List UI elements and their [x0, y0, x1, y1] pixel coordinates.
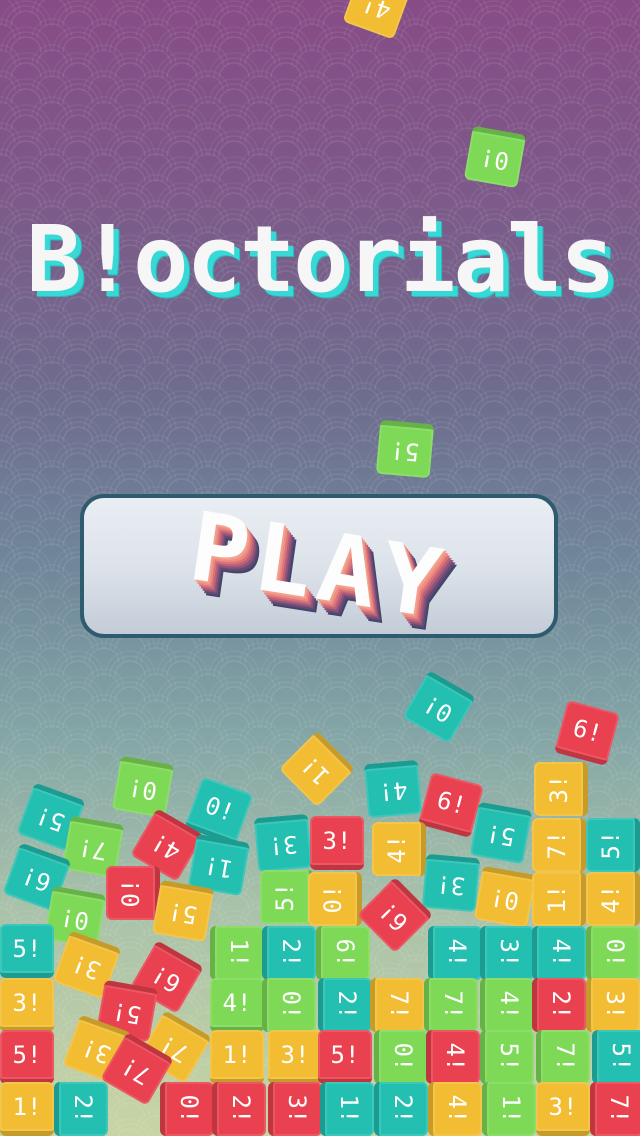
number-block: 7!	[424, 978, 478, 1032]
number-block: 0!	[473, 865, 537, 929]
number-block: 1!	[0, 1082, 54, 1136]
number-block: 4!	[426, 1030, 480, 1084]
number-block: 4!	[586, 872, 640, 926]
play-button-label: PLAY	[183, 491, 455, 641]
number-block: 5!	[0, 1030, 54, 1084]
number-block: 3!	[253, 813, 313, 873]
number-block: 5!	[260, 870, 314, 924]
number-block: 7!	[536, 1030, 590, 1084]
number-block: 2!	[54, 1082, 108, 1136]
number-block: 4!	[363, 759, 423, 819]
number-block: 0!	[111, 755, 175, 819]
number-block: 7!	[532, 818, 586, 872]
number-block: 1!	[482, 1082, 536, 1136]
number-block: 0!	[586, 926, 640, 980]
number-block: 3!	[534, 762, 588, 816]
number-block: 5!	[586, 818, 640, 872]
number-block: 5!	[592, 1030, 640, 1084]
number-block: 2!	[262, 926, 316, 980]
number-block: 3!	[421, 853, 481, 913]
number-block: 3!	[536, 1082, 590, 1136]
number-block: 4!	[372, 822, 426, 876]
play-button[interactable]: PLAY	[80, 491, 558, 641]
number-block: 5!	[0, 924, 54, 978]
number-block: 4!	[428, 926, 482, 980]
number-block: 1!	[532, 872, 586, 926]
number-block: 6!	[316, 926, 370, 980]
number-block: 0!	[262, 978, 316, 1032]
number-block: 3!	[586, 978, 640, 1032]
game-title: B!octorials	[26, 206, 615, 313]
number-block: 4!	[532, 926, 586, 980]
number-block: 3!	[310, 816, 364, 870]
number-block: 5!	[151, 879, 215, 943]
number-block: 0!	[463, 125, 527, 189]
number-block: 1!	[210, 926, 264, 980]
number-block: 1!	[320, 1082, 374, 1136]
number-block: 3!	[480, 926, 534, 980]
number-block: 0!	[106, 866, 160, 920]
number-block: 5!	[480, 1030, 534, 1084]
number-block: 2!	[318, 978, 372, 1032]
number-block: 4!	[480, 978, 534, 1032]
number-block: 0!	[374, 1030, 428, 1084]
number-block: 5!	[469, 801, 533, 865]
number-block: 5!	[318, 1030, 372, 1084]
number-block: 3!	[0, 978, 54, 1032]
number-block: 4!	[428, 1082, 482, 1136]
number-block: 2!	[212, 1082, 266, 1136]
number-block: 0!	[160, 1082, 214, 1136]
number-block: 0!	[308, 872, 362, 926]
number-block: 7!	[370, 978, 424, 1032]
number-block: 4!	[210, 978, 264, 1032]
number-block: 2!	[374, 1082, 428, 1136]
number-block: 5!	[375, 419, 435, 479]
number-block: 7!	[590, 1082, 640, 1136]
number-block: 3!	[268, 1082, 322, 1136]
number-block: 3!	[268, 1030, 322, 1084]
number-block: 2!	[532, 978, 586, 1032]
number-block: 1!	[210, 1030, 264, 1084]
